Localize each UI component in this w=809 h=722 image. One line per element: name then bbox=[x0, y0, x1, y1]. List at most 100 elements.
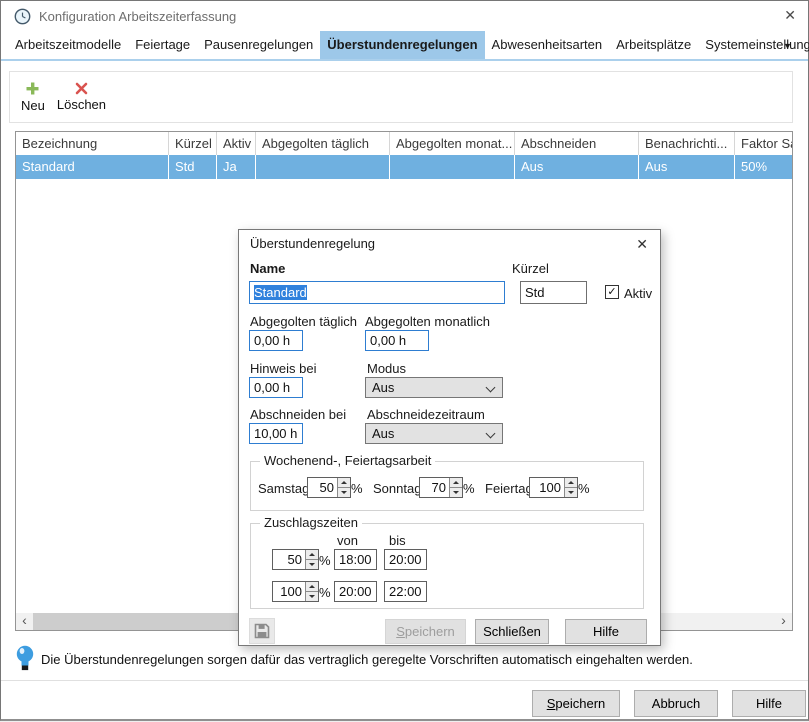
help-button[interactable]: Hilfe bbox=[732, 690, 806, 717]
spin-up-icon[interactable] bbox=[306, 582, 318, 591]
feiertag-percent-label: % bbox=[578, 481, 590, 496]
cell-kuerzel: Std bbox=[169, 155, 217, 179]
close-icon[interactable]: ✕ bbox=[784, 7, 796, 24]
surcharge-row2-von-input[interactable]: 20:00 bbox=[334, 581, 377, 602]
save-button[interactable]: Speichern bbox=[532, 690, 620, 717]
aktiv-checkbox[interactable]: ✓ bbox=[605, 285, 619, 299]
surcharge-row2-bis-input[interactable]: 22:00 bbox=[384, 581, 427, 602]
tab-bar: Arbeitszeitmodelle Feiertage Pausenregel… bbox=[1, 31, 808, 61]
tab-pausenregelungen[interactable]: Pausenregelungen bbox=[197, 31, 320, 59]
abgegolten-taeglich-label: Abgegolten täglich bbox=[250, 314, 357, 329]
bis-header: bis bbox=[389, 533, 406, 548]
surcharge-row1-percent-label: % bbox=[319, 553, 331, 568]
cell-abschneiden: Aus bbox=[515, 155, 639, 179]
sonntag-spinner[interactable]: 70 bbox=[419, 477, 463, 498]
dialog-save-label: peichern bbox=[405, 624, 455, 639]
dialog-close-button[interactable]: Schließen bbox=[475, 619, 549, 644]
abgegolten-taeglich-input[interactable]: 0,00 h bbox=[249, 330, 303, 351]
tab-abwesenheitsarten[interactable]: Abwesenheitsarten bbox=[485, 31, 610, 59]
surcharge-row2-percent-value: 100 bbox=[273, 582, 305, 601]
scroll-left-icon[interactable]: ‹ bbox=[16, 613, 33, 630]
plus-icon bbox=[25, 81, 40, 96]
surcharge-row2-percent-label: % bbox=[319, 585, 331, 600]
von-header: von bbox=[337, 533, 358, 548]
hinweis-input[interactable]: 0,00 h bbox=[249, 377, 303, 398]
cell-aktiv: Ja bbox=[217, 155, 256, 179]
title-bar: Konfiguration Arbeitszeiterfassung ✕ bbox=[1, 1, 808, 31]
col-aktiv[interactable]: Aktiv bbox=[217, 132, 256, 155]
new-button[interactable]: Neu bbox=[21, 81, 45, 113]
col-abgegolten-taeglich[interactable]: Abgegolten täglich bbox=[256, 132, 390, 155]
aktiv-label: Aktiv bbox=[624, 286, 652, 301]
samstag-percent-label: % bbox=[351, 481, 363, 496]
save-button-label: peichern bbox=[555, 696, 605, 711]
chevron-down-icon bbox=[486, 383, 496, 393]
samstag-spinner[interactable]: 50 bbox=[307, 477, 351, 498]
spin-up-icon[interactable] bbox=[450, 478, 462, 487]
cell-bezeichnung: Standard bbox=[16, 155, 169, 179]
toolbar: Neu Löschen bbox=[9, 71, 793, 123]
name-input[interactable]: Standard bbox=[249, 281, 505, 304]
lightbulb-icon bbox=[14, 644, 36, 674]
spin-up-icon[interactable] bbox=[565, 478, 577, 487]
tab-systemeinstellungen[interactable]: Systemeinstellungen bbox=[698, 31, 809, 59]
modus-dropdown[interactable]: Aus bbox=[365, 377, 503, 398]
spin-up-icon[interactable] bbox=[338, 478, 350, 487]
hint-text: Die Überstundenregelungen sorgen dafür d… bbox=[41, 652, 693, 667]
spin-down-icon[interactable] bbox=[306, 591, 318, 601]
spin-down-icon[interactable] bbox=[450, 487, 462, 497]
surcharge-row2-percent-spinner[interactable]: 100 bbox=[272, 581, 319, 602]
tab-arbeitsplaetze[interactable]: Arbeitsplätze bbox=[609, 31, 698, 59]
cancel-button[interactable]: Abbruch bbox=[634, 690, 718, 717]
surcharge-row1-percent-spinner[interactable]: 50 bbox=[272, 549, 319, 570]
tab-ueberstundenregelungen[interactable]: Überstundenregelungen bbox=[320, 31, 484, 59]
dialog-save-button[interactable]: Speichern bbox=[385, 619, 466, 644]
hint-bar: Die Überstundenregelungen sorgen dafür d… bbox=[1, 641, 808, 679]
samstag-value: 50 bbox=[308, 478, 337, 497]
col-bezeichnung[interactable]: Bezeichnung bbox=[16, 132, 169, 155]
kuerzel-input[interactable]: Std bbox=[520, 281, 587, 304]
tab-overflow-icon[interactable]: ▼ bbox=[783, 41, 792, 51]
dialog-title: Überstundenregelung bbox=[250, 236, 375, 251]
delete-x-icon bbox=[75, 82, 88, 95]
delete-button-label: Löschen bbox=[57, 97, 106, 112]
spin-down-icon[interactable] bbox=[565, 487, 577, 497]
config-window: Konfiguration Arbeitszeiterfassung ✕ Arb… bbox=[0, 0, 809, 721]
tab-arbeitszeitmodelle[interactable]: Arbeitszeitmodelle bbox=[8, 31, 128, 59]
spin-down-icon[interactable] bbox=[306, 559, 318, 569]
col-abgegolten-monatlich[interactable]: Abgegolten monat... bbox=[390, 132, 515, 155]
col-kuerzel[interactable]: Kürzel bbox=[169, 132, 217, 155]
feiertag-spinner[interactable]: 100 bbox=[529, 477, 578, 498]
surcharge-row1-bis-input[interactable]: 20:00 bbox=[384, 549, 427, 570]
spin-up-icon[interactable] bbox=[306, 550, 318, 559]
table-row-standard[interactable]: Standard Std Ja Aus Aus 50% bbox=[16, 155, 792, 179]
abschneidezeitraum-dropdown[interactable]: Aus bbox=[365, 423, 503, 444]
new-button-label: Neu bbox=[21, 98, 45, 113]
weekend-group-title: Wochenend-, Feiertagsarbeit bbox=[260, 453, 435, 468]
sonntag-percent-label: % bbox=[463, 481, 475, 496]
col-benachrichtigung[interactable]: Benachrichti... bbox=[639, 132, 735, 155]
surcharge-row1-von-input[interactable]: 18:00 bbox=[334, 549, 377, 570]
spin-down-icon[interactable] bbox=[338, 487, 350, 497]
abschneidezeitraum-dropdown-value: Aus bbox=[372, 426, 394, 441]
abschneiden-label: Abschneiden bei bbox=[250, 407, 346, 422]
surcharge-group-title: Zuschlagszeiten bbox=[260, 515, 362, 530]
cell-abgegolten-taeglich bbox=[256, 155, 390, 179]
tab-feiertage[interactable]: Feiertage bbox=[128, 31, 197, 59]
dialog-help-button[interactable]: Hilfe bbox=[565, 619, 647, 644]
abschneiden-input[interactable]: 10,00 h bbox=[249, 423, 303, 444]
window-title: Konfiguration Arbeitszeiterfassung bbox=[39, 9, 236, 24]
samstag-label: Samstag bbox=[258, 481, 309, 496]
feiertag-label: Feiertag bbox=[485, 481, 533, 496]
abgegolten-monatlich-input[interactable]: 0,00 h bbox=[365, 330, 429, 351]
footer-separator bbox=[1, 680, 808, 681]
save-disk-button[interactable] bbox=[249, 618, 275, 644]
name-label: Name bbox=[250, 261, 285, 276]
dialog-close-icon[interactable]: ✕ bbox=[636, 236, 648, 253]
col-abschneiden[interactable]: Abschneiden bbox=[515, 132, 639, 155]
delete-button[interactable]: Löschen bbox=[57, 82, 106, 112]
col-faktor-samstag[interactable]: Faktor Sa bbox=[735, 132, 792, 155]
scroll-right-icon[interactable]: › bbox=[775, 613, 792, 630]
hinweis-label: Hinweis bei bbox=[250, 361, 316, 376]
sonntag-label: Sonntag bbox=[373, 481, 421, 496]
